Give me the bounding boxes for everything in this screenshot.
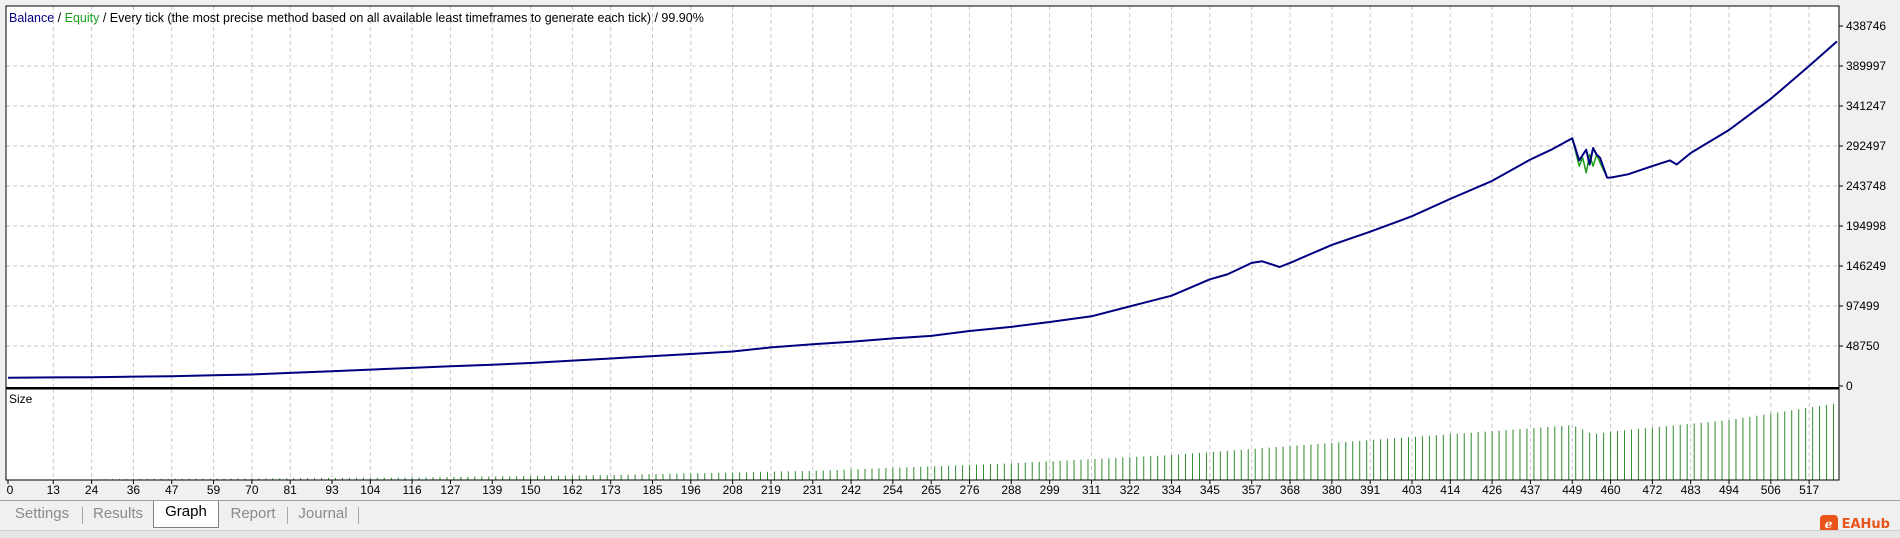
x-tick-label: 380 xyxy=(1322,483,1342,497)
tab-settings[interactable]: Settings xyxy=(2,503,82,527)
tab-graph[interactable]: Graph xyxy=(153,501,219,528)
x-tick-label: 36 xyxy=(127,483,141,497)
x-tick-label: 414 xyxy=(1440,483,1460,497)
x-tick-label: 483 xyxy=(1681,483,1701,497)
x-tick-label: 299 xyxy=(1040,483,1060,497)
y-tick-label: 48750 xyxy=(1846,339,1880,353)
balance-legend-label: Balance xyxy=(9,11,54,25)
x-tick-label: 173 xyxy=(601,483,621,497)
y-tick-label: 243748 xyxy=(1846,179,1886,193)
x-tick-label: 70 xyxy=(245,483,259,497)
x-tick-label: 93 xyxy=(325,483,339,497)
x-tick-label: 139 xyxy=(482,483,502,497)
x-tick-label: 24 xyxy=(85,483,99,497)
x-tick-label: 506 xyxy=(1761,483,1781,497)
y-tick-label: 146249 xyxy=(1846,259,1886,273)
y-tick-label: 292497 xyxy=(1846,139,1886,153)
x-tick-label: 265 xyxy=(921,483,941,497)
x-tick-label: 254 xyxy=(883,483,903,497)
tab-journal[interactable]: Journal xyxy=(288,503,358,527)
x-tick-label: 403 xyxy=(1402,483,1422,497)
x-tick-label: 460 xyxy=(1601,483,1621,497)
main-panel-background xyxy=(6,6,1839,388)
x-tick-label: 322 xyxy=(1120,483,1140,497)
y-tick-label: 194998 xyxy=(1846,219,1886,233)
x-tick-label: 437 xyxy=(1520,483,1540,497)
x-tick-label: 242 xyxy=(841,483,861,497)
x-tick-label: 127 xyxy=(440,483,460,497)
x-tick-label: 104 xyxy=(360,483,380,497)
x-tick-label: 196 xyxy=(681,483,701,497)
x-tick-label: 47 xyxy=(165,483,179,497)
header-separator: / xyxy=(54,11,64,25)
tab-report[interactable]: Report xyxy=(219,503,287,527)
x-tick-label: 162 xyxy=(562,483,582,497)
x-tick-label: 13 xyxy=(47,483,61,497)
strategy-tester-window: 438746 389997 341247 292497 243748 194998 1462… xyxy=(0,0,1900,538)
y-tick-label: 0 xyxy=(1846,379,1853,393)
x-tick-label: 391 xyxy=(1360,483,1380,497)
x-tick-label: 494 xyxy=(1719,483,1739,497)
x-tick-label: 231 xyxy=(803,483,823,497)
x-tick-label: 81 xyxy=(284,483,298,497)
x-tick-label: 426 xyxy=(1482,483,1502,497)
chart-header: Balance / Equity / Every tick (the most … xyxy=(9,11,704,25)
x-tick-label: 116 xyxy=(403,483,422,497)
y-tick-label: 438746 xyxy=(1846,19,1886,33)
x-tick-label: 517 xyxy=(1799,483,1819,497)
x-tick-label: 208 xyxy=(723,483,743,497)
tab-results[interactable]: Results xyxy=(83,503,153,527)
y-axis: 438746 389997 341247 292497 243748 194998 1462… xyxy=(1839,19,1886,393)
x-tick-label: 345 xyxy=(1200,483,1220,497)
balance-equity-chart: 438746 389997 341247 292497 243748 194998 1462… xyxy=(5,5,1886,497)
x-tick-label: 185 xyxy=(642,483,662,497)
status-strip xyxy=(0,530,1900,538)
test-description: / Every tick (the most precise method ba… xyxy=(99,11,703,25)
x-tick-label: 334 xyxy=(1162,483,1182,497)
x-tick-label: 276 xyxy=(960,483,980,497)
x-tick-label: 0 xyxy=(7,483,14,497)
x-tick-label: 288 xyxy=(1001,483,1021,497)
x-tick-label: 472 xyxy=(1642,483,1662,497)
x-tick-label: 59 xyxy=(207,483,221,497)
y-tick-label: 341247 xyxy=(1846,99,1886,113)
x-tick-label: 368 xyxy=(1280,483,1300,497)
x-tick-label: 449 xyxy=(1562,483,1582,497)
y-tick-label: 97499 xyxy=(1846,299,1880,313)
volume-panel-title: Size xyxy=(9,392,33,406)
x-axis: 0 13 24 36 47 59 70 81 93 104 116 127 139 150 162 173 18… xyxy=(7,480,1819,497)
x-tick-label: 357 xyxy=(1242,483,1262,497)
y-tick-label: 389997 xyxy=(1846,59,1886,73)
equity-legend-label: Equity xyxy=(65,11,100,25)
tab-separator xyxy=(358,507,359,524)
volume-panel-background xyxy=(6,389,1839,480)
x-tick-label: 311 xyxy=(1082,483,1101,497)
x-tick-label: 150 xyxy=(521,483,541,497)
x-tick-label: 219 xyxy=(761,483,781,497)
